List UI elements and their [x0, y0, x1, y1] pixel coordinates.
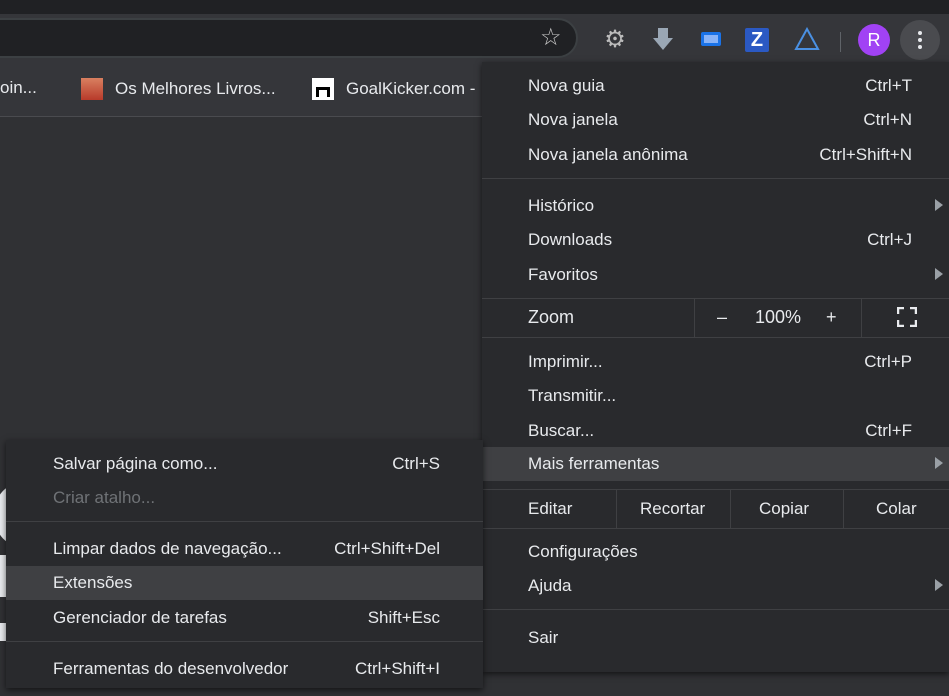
submenu-arrow-icon	[935, 579, 943, 591]
menu-kebab-icon[interactable]	[900, 20, 940, 60]
bookmark-item[interactable]: oin...	[0, 78, 37, 98]
submenu-arrow-icon	[935, 457, 943, 469]
bookmark-label: GoalKicker.com -	[346, 79, 476, 98]
edit-label: Editar	[528, 499, 573, 518]
menu-item-transmitir[interactable]: Transmitir...	[482, 379, 949, 413]
paste-button[interactable]: Colar	[876, 490, 917, 528]
menu-separator	[482, 178, 949, 179]
submenu-item-label: Ferramentas do desenvolvedor	[53, 659, 289, 678]
menu-item-label: Nova guia	[528, 76, 605, 95]
submenu-item-shortcut: Ctrl+Shift+I	[354, 659, 440, 678]
profile-avatar[interactable]: R	[858, 24, 890, 56]
menu-item-label: Favoritos	[528, 265, 598, 284]
bookmark-label: oin...	[0, 78, 37, 97]
extension-triangle-icon[interactable]	[794, 26, 820, 52]
menu-item-shortcut: Ctrl+P	[864, 352, 912, 371]
submenu-separator	[6, 521, 483, 522]
menu-item-label: Configurações	[528, 542, 638, 561]
menu-item-label: Nova janela anônima	[528, 145, 688, 164]
fullscreen-icon[interactable]	[896, 306, 918, 328]
favicon-goalkicker-icon	[312, 78, 334, 100]
menu-item-mais-ferramentas[interactable]: Mais ferramentas	[482, 447, 949, 481]
zoom-label: Zoom	[528, 307, 575, 327]
window-top-strip	[0, 0, 949, 14]
submenu-item-label: Limpar dados de navegação...	[53, 539, 282, 558]
submenu-separator	[6, 641, 483, 642]
menu-item-downloads[interactable]: Downloads Ctrl+J	[482, 223, 949, 257]
zoom-in-button[interactable]: +	[826, 307, 837, 328]
menu-item-label: Buscar...	[528, 421, 595, 440]
menu-item-ajuda[interactable]: Ajuda	[482, 569, 949, 603]
toolbar-separator	[840, 32, 841, 52]
submenu-item-criar-atalho: Criar atalho...	[6, 481, 483, 515]
browser-toolbar: ☆ ⚙ Z R	[0, 14, 949, 66]
menu-item-nova-guia[interactable]: Nova guia Ctrl+T	[482, 69, 949, 103]
extension-download-arrow-icon[interactable]	[650, 26, 676, 52]
favicon-photo-icon	[81, 78, 103, 100]
menu-item-nova-janela-anonima[interactable]: Nova janela anônima Ctrl+Shift+N	[482, 138, 949, 172]
submenu-arrow-icon	[935, 199, 943, 211]
menu-separator	[482, 528, 949, 529]
menu-item-shortcut: Ctrl+F	[865, 421, 912, 440]
submenu-item-label: Gerenciador de tarefas	[53, 608, 227, 627]
menu-item-label: Transmitir...	[528, 386, 617, 405]
bookmark-item[interactable]: GoalKicker.com -	[312, 78, 475, 100]
zoom-divider	[861, 299, 862, 337]
mais-ferramentas-submenu: Salvar página como... Ctrl+S Criar atalh…	[6, 440, 483, 688]
edit-row: Editar Recortar Copiar Colar	[482, 490, 949, 528]
submenu-item-salvar-pagina[interactable]: Salvar página como... Ctrl+S	[6, 447, 483, 481]
extension-z-icon[interactable]: Z	[745, 28, 769, 52]
menu-item-shortcut: Ctrl+T	[865, 76, 912, 95]
submenu-item-shortcut: Shift+Esc	[367, 608, 440, 627]
copy-button[interactable]: Copiar	[759, 490, 809, 528]
menu-item-imprimir[interactable]: Imprimir... Ctrl+P	[482, 345, 949, 379]
submenu-item-shortcut: Ctrl+Shift+Del	[334, 539, 440, 558]
menu-item-configuracoes[interactable]: Configurações	[482, 535, 949, 569]
bookmark-star-icon[interactable]: ☆	[540, 26, 562, 50]
menu-item-label: Ajuda	[528, 576, 572, 595]
menu-item-sair[interactable]: Sair	[482, 621, 949, 655]
submenu-item-shortcut: Ctrl+S	[392, 454, 440, 473]
zoom-row: Zoom – 100% +	[482, 299, 949, 337]
submenu-item-label: Criar atalho...	[53, 488, 156, 507]
submenu-item-label: Extensões	[53, 573, 133, 592]
menu-item-label: Nova janela	[528, 110, 618, 129]
extension-reader-icon[interactable]	[698, 26, 724, 52]
menu-item-shortcut: Ctrl+J	[867, 230, 912, 249]
menu-item-historico[interactable]: Histórico	[482, 189, 949, 223]
submenu-item-label: Salvar página como...	[53, 454, 218, 473]
cut-button[interactable]: Recortar	[640, 490, 705, 528]
submenu-item-gerenciador-tarefas[interactable]: Gerenciador de tarefas Shift+Esc	[6, 601, 483, 635]
menu-item-label: Imprimir...	[528, 352, 603, 371]
submenu-item-extensoes[interactable]: Extensões	[6, 566, 483, 600]
menu-item-shortcut: Ctrl+Shift+N	[819, 145, 912, 164]
submenu-item-ferramentas-desenvolvedor[interactable]: Ferramentas do desenvolvedor Ctrl+Shift+…	[6, 652, 483, 686]
menu-item-label: Downloads	[528, 230, 613, 249]
edit-divider	[616, 490, 617, 528]
menu-item-shortcut: Ctrl+N	[863, 110, 912, 129]
chrome-main-menu: Nova guia Ctrl+T Nova janela Ctrl+N Nova…	[482, 62, 949, 672]
submenu-arrow-icon	[935, 268, 943, 280]
menu-item-favoritos[interactable]: Favoritos	[482, 258, 949, 292]
menu-separator	[482, 609, 949, 610]
extension-gear-icon[interactable]: ⚙	[602, 26, 628, 53]
zoom-out-button[interactable]: –	[717, 307, 727, 328]
menu-item-nova-janela[interactable]: Nova janela Ctrl+N	[482, 103, 949, 137]
zoom-divider	[694, 299, 695, 337]
bookmark-label: Os Melhores Livros...	[115, 79, 276, 98]
submenu-item-limpar-dados[interactable]: Limpar dados de navegação... Ctrl+Shift+…	[6, 532, 483, 566]
zoom-value: 100%	[755, 307, 802, 327]
menu-item-label: Sair	[528, 628, 559, 647]
menu-separator	[482, 337, 949, 338]
bookmark-item[interactable]: Os Melhores Livros...	[81, 78, 276, 100]
menu-item-label: Histórico	[528, 196, 595, 215]
address-bar[interactable]	[0, 18, 578, 58]
edit-divider	[730, 490, 731, 528]
menu-item-label: Mais ferramentas	[528, 454, 660, 473]
edit-divider	[843, 490, 844, 528]
menu-item-buscar[interactable]: Buscar... Ctrl+F	[482, 414, 949, 448]
